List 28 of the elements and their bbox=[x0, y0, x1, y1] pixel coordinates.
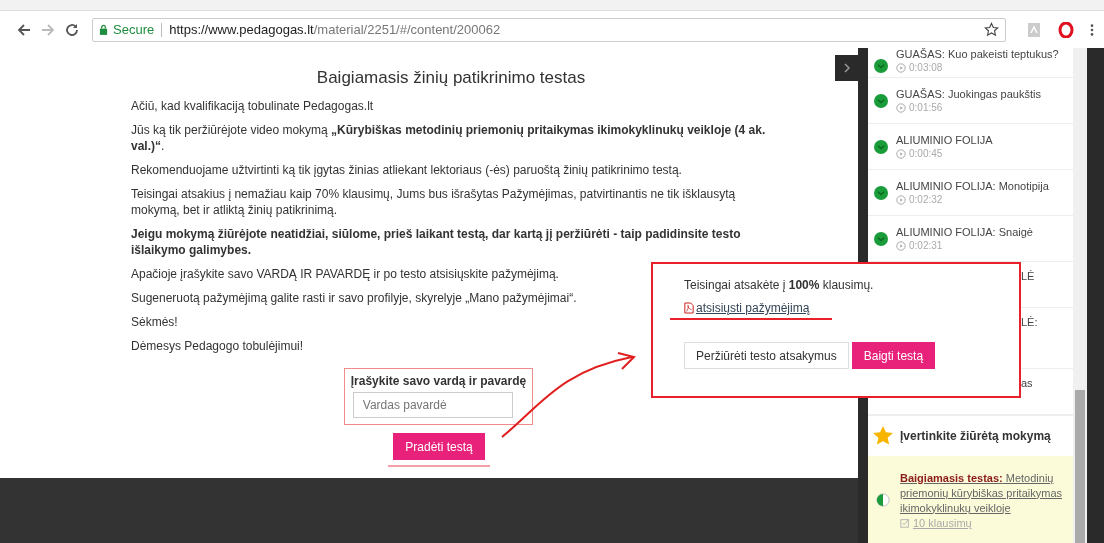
paragraph: Sugeneruotą pažymėjimą galite rasti ir savo profilyje, skyrelyje „Mano pažymėjimai“. bbox=[131, 290, 577, 306]
lesson-duration: 0:02:31 bbox=[909, 240, 943, 251]
form-label: Įrašykite savo vardą ir pavardę bbox=[350, 374, 527, 388]
lesson-title: ALIUMINIO FOLIJA: Snaigė bbox=[896, 226, 1033, 238]
paragraph: Rekomenduojame užtvirtinti ką tik įgytas žinias atliekant lektoriaus (-ės) paruoštą žinių patikrinimo testą. bbox=[131, 162, 682, 178]
rating-label: Įvertinkite žiūrėtą mokymą bbox=[900, 429, 1051, 443]
paragraph: Jūs ką tik peržiūrėjote video mokymą „Kūrybiškas metodinių priemonių pritaikymas ikimokyklinukų veikloje (4 ak. val.)“. bbox=[131, 122, 767, 154]
paragraph: Ačiū, kad kvalifikaciją tobulinate Pedagogas.lt bbox=[131, 98, 374, 114]
secure-label: Secure bbox=[113, 22, 155, 37]
lesson-duration: 0:00:45 bbox=[909, 148, 943, 159]
lesson-duration: 0:03:08 bbox=[909, 62, 943, 73]
paragraph: Dėmesys Pedagogo tobulėjimui! bbox=[131, 338, 304, 354]
paragraph: Jeigu mokymą žiūrėjote neatidžiai, siūlome, prieš laikant testą, dar kartą jį peržiūrėti - taip padidinsite testo išlaikymo galimybes. bbox=[131, 226, 742, 258]
paragraph: Sėkmės! bbox=[131, 314, 178, 330]
paragraph: Apačioje įrašykite savo VARDĄ IR PAVARDĘ ir po testo atsisiųskite pažymėjimą. bbox=[131, 266, 559, 282]
lesson-duration: 0:01:56 bbox=[909, 102, 943, 113]
lesson-title: LĖ bbox=[1021, 270, 1035, 282]
lesson-title: GUAŠAS: Juokingas paukštis bbox=[896, 88, 1041, 100]
lesson-duration: 0:02:32 bbox=[909, 194, 943, 205]
lesson-title: LĖ: bbox=[1021, 316, 1038, 328]
result-text: Teisingai atsakėte į 100% klausimų. bbox=[684, 278, 875, 292]
lesson-title: ALIUMINIO FOLIJA: Monotipija bbox=[896, 180, 1049, 192]
url-text: https://www.pedagogas.lt/material/2251/#/content/200062 bbox=[169, 22, 502, 37]
page-title: Baigiamasis žinių patikrinimo testas bbox=[316, 68, 586, 88]
paragraph: Teisingai atsakius į nemažiau kaip 70% klausimų, Jums bus išrašytas Pažymėjimas, patvirtinantis ne tik išklausytą mokymą, bet ir atliktą žinių patikrinimą. bbox=[131, 186, 737, 218]
lesson-title: as bbox=[1021, 377, 1033, 389]
lesson-title: GUAŠAS: Kuo pakeisti teptukus? bbox=[896, 48, 1059, 60]
lesson-title: ALIUMINIO FOLIJA bbox=[896, 134, 993, 146]
